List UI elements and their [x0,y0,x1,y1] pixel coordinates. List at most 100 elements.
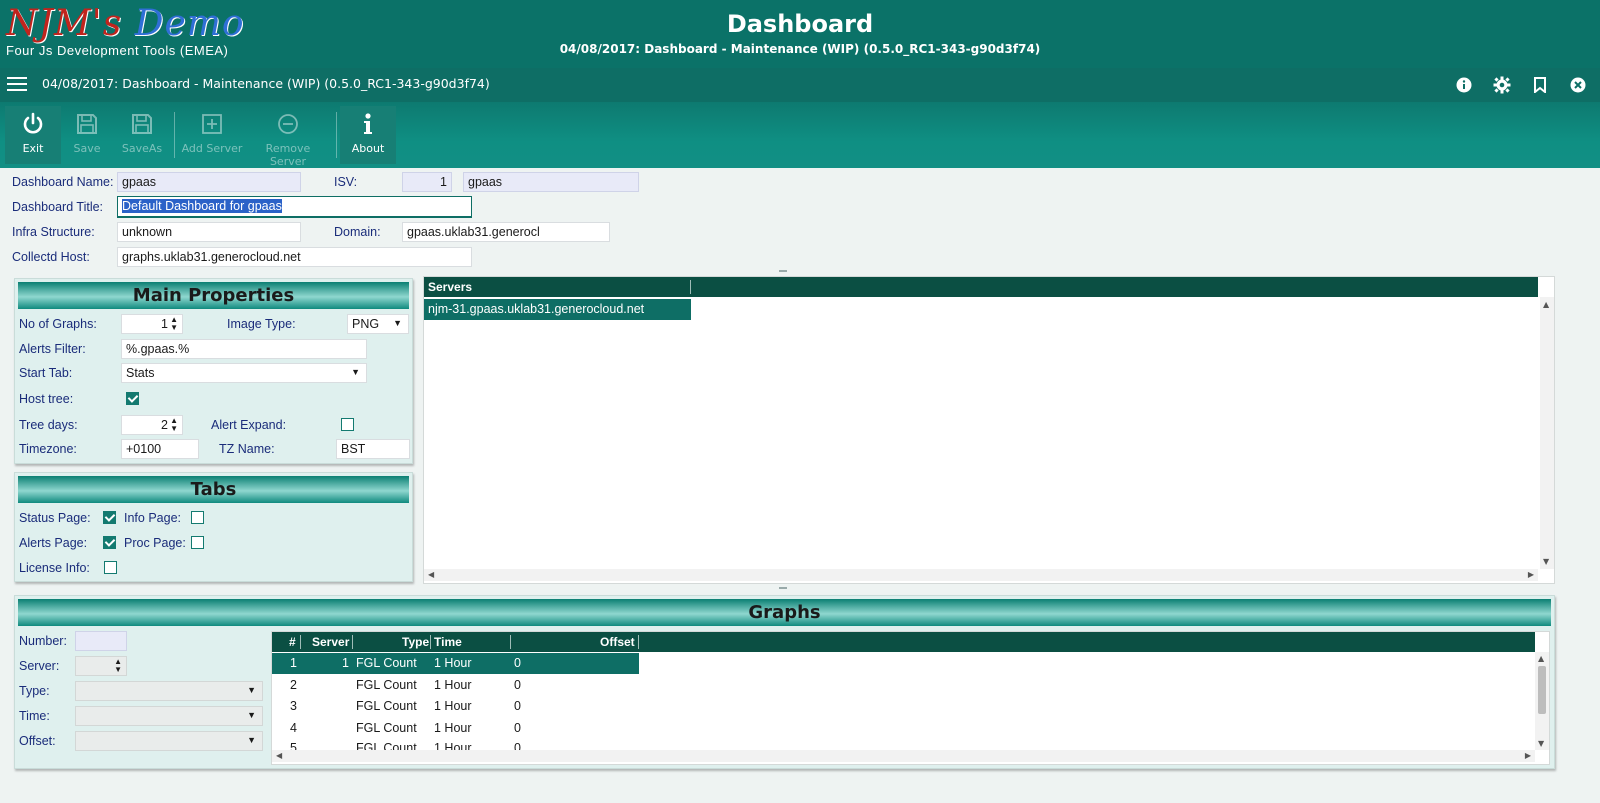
tree-days-spinner[interactable]: 2 ▲ ▼ [121,415,183,435]
cell-offset: 0 [514,721,521,735]
graph-number-field[interactable] [75,631,127,651]
start-tab-combo[interactable]: Stats ▼ [121,363,367,383]
no-of-graphs-label: No of Graphs: [19,317,97,331]
vertical-scrollbar[interactable]: ▲ ▼ [1535,652,1549,750]
graph-server-spinner[interactable]: ▲ ▼ [75,656,127,676]
horizontal-scrollbar[interactable]: ◀ ▶ [272,750,1535,762]
info-icon[interactable] [1454,75,1474,95]
about-button[interactable]: About [340,106,396,164]
app-banner: NJM's Demo Four Js Development Tools (EM… [0,0,1600,68]
gear-icon[interactable] [1492,75,1512,95]
save-button[interactable]: Save [61,106,113,164]
scroll-down-icon[interactable]: ▼ [1543,557,1549,566]
spinner-arrows-icon[interactable]: ▲ ▼ [114,658,122,674]
saveas-button[interactable]: SaveAs [116,106,168,164]
cell-offset: 0 [514,699,521,713]
table-row[interactable]: 2 FGL Count 1 Hour 0 [272,675,639,696]
servers-table-header: Servers [424,277,1538,297]
col-offset-header[interactable]: Offset [600,635,635,649]
no-of-graphs-value: 1 [161,317,168,331]
isv-name-field[interactable]: gpaas [463,172,639,192]
splitter-handle[interactable] [779,587,787,589]
collectd-host-field[interactable]: graphs.uklab31.generocloud.net [117,247,472,267]
image-type-combo[interactable]: PNG ▼ [347,314,409,334]
remove-server-button[interactable]: Remove Server [248,106,328,168]
add-server-button[interactable]: Add Server [180,106,244,164]
cell-time: 1 Hour [434,721,472,735]
scroll-right-icon[interactable]: ▶ [1525,751,1531,760]
bookmark-icon[interactable] [1530,75,1550,95]
alerts-page-checkbox[interactable] [103,536,116,549]
domain-field[interactable]: gpaas.uklab31.generocl [402,222,610,242]
col-server-header[interactable]: Server [312,635,349,649]
scroll-left-icon[interactable]: ◀ [276,751,282,760]
column-separator [690,280,691,294]
cell-offset: 0 [514,741,521,750]
timezone-label: Timezone: [19,442,77,456]
start-tab-value: Stats [126,366,155,380]
menu-icon[interactable] [7,77,27,93]
graph-offset-label: Offset: [19,734,56,748]
cell-type: FGL Count [356,678,417,692]
server-cell: njm-31.gpaas.uklab31.generocloud.net [428,302,645,316]
servers-table: Servers njm-31.gpaas.uklab31.generocloud… [423,276,1555,584]
splitter-handle[interactable] [779,270,787,272]
info-page-checkbox[interactable] [191,511,204,524]
vertical-scrollbar[interactable]: ▲ ▼ [1540,297,1554,569]
servers-column-header[interactable]: Servers [428,280,472,294]
close-icon[interactable] [1568,75,1588,95]
proc-page-checkbox[interactable] [191,536,204,549]
graph-type-combo[interactable]: ▼ [75,681,263,701]
dashboard-name-field[interactable]: gpaas [117,172,301,192]
host-tree-checkbox[interactable] [126,392,139,405]
scroll-up-icon[interactable]: ▲ [1538,654,1544,663]
column-separator [430,635,431,649]
spinner-arrows-icon[interactable]: ▲ ▼ [170,316,178,332]
isv-number-field[interactable]: 1 [402,172,452,192]
timezone-field[interactable]: +0100 [121,439,199,459]
horizontal-scrollbar[interactable]: ◀ ▶ [424,569,1538,581]
cell-num: 1 [290,656,297,670]
tz-name-field[interactable]: BST [336,439,410,459]
infra-structure-field[interactable]: unknown [117,222,301,242]
column-separator [510,635,511,649]
status-page-checkbox[interactable] [103,511,116,524]
column-separator [300,635,301,649]
cell-offset: 0 [514,678,521,692]
scroll-right-icon[interactable]: ▶ [1528,570,1534,579]
spinner-arrows-icon[interactable]: ▲ ▼ [170,417,178,433]
table-row[interactable]: njm-31.gpaas.uklab31.generocloud.net [424,299,691,320]
tree-days-label: Tree days: [19,418,78,432]
license-info-checkbox[interactable] [104,561,117,574]
cell-time: 1 Hour [434,741,472,750]
cell-offset: 0 [514,656,521,670]
col-time-header[interactable]: Time [434,635,462,649]
col-num-header[interactable]: # [289,635,296,649]
graph-type-label: Type: [19,684,50,698]
toolbar: Exit Save SaveAs Add Server Remove Serve… [0,102,1600,168]
col-type-header[interactable]: Type [402,635,429,649]
alerts-filter-label: Alerts Filter: [19,342,86,356]
table-row[interactable]: 1 1 FGL Count 1 Hour 0 [272,653,639,674]
scroll-up-icon[interactable]: ▲ [1543,300,1549,309]
scroll-down-icon[interactable]: ▼ [1538,739,1544,748]
graph-time-combo[interactable]: ▼ [75,706,263,726]
alert-expand-checkbox[interactable] [341,418,354,431]
cell-num: 2 [290,678,297,692]
table-row[interactable]: 3 FGL Count 1 Hour 0 [272,696,639,717]
cell-type: FGL Count [356,721,417,735]
cell-server: 1 [342,656,349,670]
scrollbar-thumb[interactable] [1538,666,1546,714]
alerts-filter-field[interactable]: %.gpaas.% [121,339,367,359]
graph-offset-combo[interactable]: ▼ [75,731,263,751]
dashboard-title-field[interactable]: Default Dashboard for gpaas [117,196,472,218]
cell-num: 3 [290,699,297,713]
table-row[interactable]: 4 FGL Count 1 Hour 0 [272,718,639,739]
no-of-graphs-spinner[interactable]: 1 ▲ ▼ [121,314,183,334]
column-separator [352,635,353,649]
table-row[interactable]: 5 FGL Count 1 Hour 0 [272,738,639,750]
main-properties-title: Main Properties [18,282,409,309]
scroll-left-icon[interactable]: ◀ [428,570,434,579]
exit-button[interactable]: Exit [5,106,61,164]
cell-time: 1 Hour [434,656,472,670]
